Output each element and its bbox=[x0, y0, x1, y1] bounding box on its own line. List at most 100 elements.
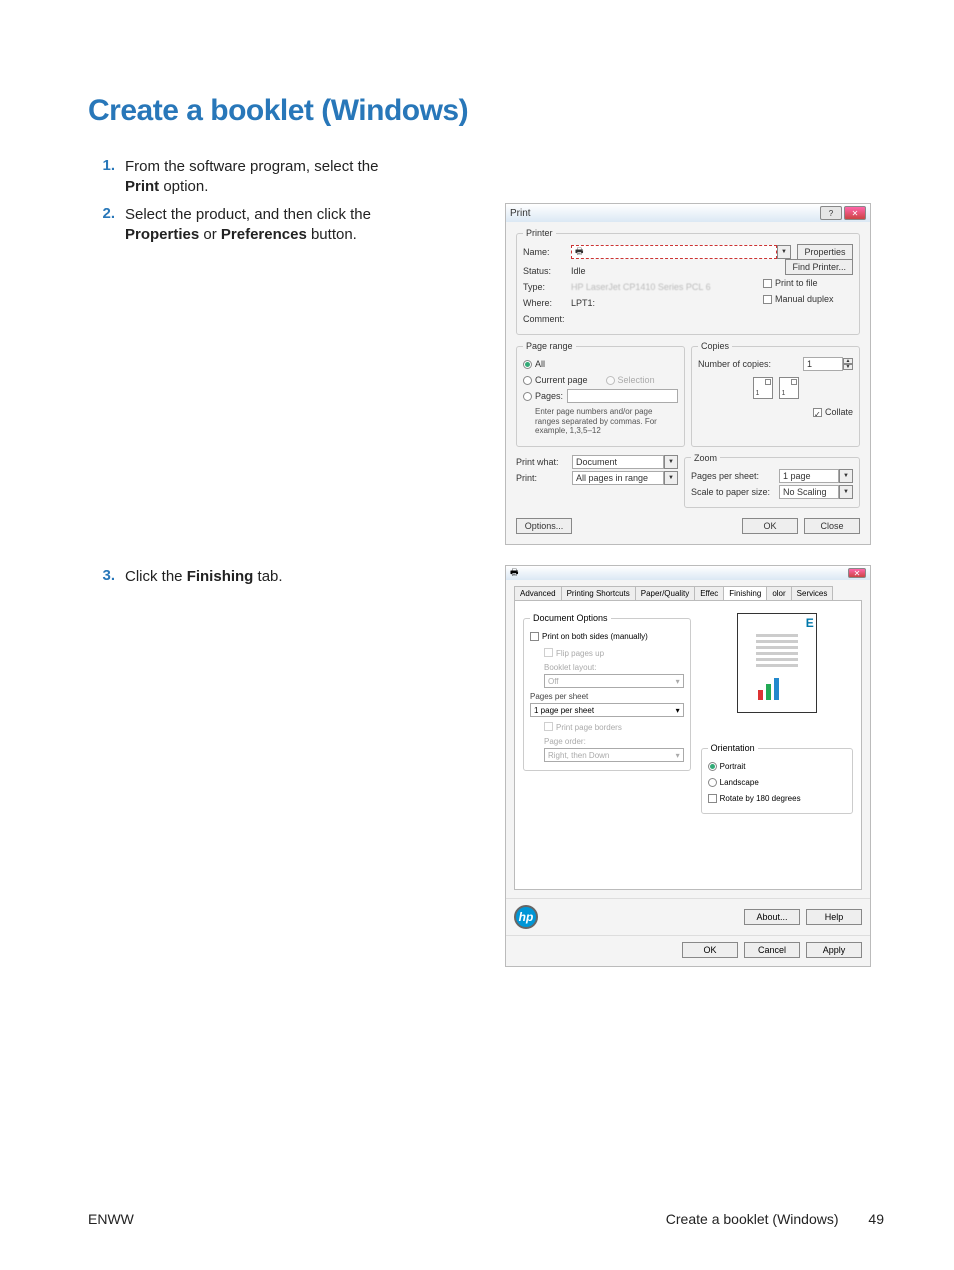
tab-paper-quality[interactable]: Paper/Quality bbox=[635, 586, 695, 600]
close-window-button[interactable]: ✕ bbox=[844, 206, 866, 220]
print-dialog: Print ? ✕ Printer Name: 🖶 ▼ Properties S… bbox=[505, 203, 871, 545]
status-value: Idle bbox=[571, 266, 586, 276]
print-range-label: Print: bbox=[516, 473, 572, 483]
copies-spinner[interactable]: ▲▼ bbox=[843, 358, 853, 370]
print-page-borders-label: Print page borders bbox=[556, 723, 622, 732]
step-text: Select the product, and then click the P… bbox=[125, 205, 415, 246]
pages-per-sheet-label: Pages per sheet bbox=[530, 692, 684, 701]
hp-logo-icon: hp bbox=[514, 905, 538, 929]
print-both-sides-checkbox[interactable] bbox=[530, 632, 539, 641]
properties-button[interactable]: Properties bbox=[797, 244, 853, 260]
pages-note: Enter page numbers and/or page ranges se… bbox=[523, 405, 678, 440]
val: Off bbox=[548, 677, 559, 686]
about-button[interactable]: About... bbox=[744, 909, 800, 925]
step-number: 1. bbox=[97, 157, 125, 198]
portrait-radio[interactable] bbox=[708, 762, 717, 771]
legend: Zoom bbox=[691, 453, 720, 463]
cancel-button[interactable]: Cancel bbox=[744, 942, 800, 958]
chevron-down-icon: ▾ bbox=[676, 751, 680, 760]
copies-group: Copies Number of copies: 1 ▲▼ Collate bbox=[691, 341, 860, 447]
tab-color[interactable]: olor bbox=[766, 586, 791, 600]
step-number: 3. bbox=[97, 567, 125, 587]
where-value: LPT1: bbox=[571, 298, 595, 308]
pages-per-sheet-dropdown[interactable]: 1 page bbox=[779, 469, 839, 483]
name-label: Name: bbox=[523, 247, 571, 257]
chevron-down-icon[interactable]: ▼ bbox=[664, 455, 678, 469]
txt: Select the product, and then click the bbox=[125, 206, 371, 223]
manual-duplex-checkbox[interactable] bbox=[763, 295, 772, 304]
print-what-dropdown[interactable]: Document bbox=[572, 455, 664, 469]
landscape-label: Landscape bbox=[720, 778, 759, 787]
pages-radio[interactable] bbox=[523, 392, 532, 401]
bold: Properties bbox=[125, 226, 199, 243]
orientation-group: Orientation Portrait Landscape Rotate by… bbox=[701, 743, 853, 814]
bold: Finishing bbox=[187, 568, 254, 585]
step-3: 3. Click the Finishing tab. bbox=[97, 567, 283, 587]
page-order-label: Page order: bbox=[530, 737, 684, 746]
close-window-button[interactable]: ✕ bbox=[848, 568, 866, 578]
selection-radio[interactable] bbox=[606, 376, 615, 385]
scale-dropdown[interactable]: No Scaling bbox=[779, 485, 839, 499]
tab-printing-shortcuts[interactable]: Printing Shortcuts bbox=[561, 586, 636, 600]
current-page-label: Current page bbox=[535, 375, 588, 385]
chevron-down-icon[interactable]: ▼ bbox=[839, 485, 853, 499]
pages-per-sheet-dropdown[interactable]: 1 page per sheet▾ bbox=[530, 703, 684, 717]
all-label: All bbox=[535, 359, 545, 369]
footer-section-title: Create a booklet (Windows) bbox=[666, 1211, 839, 1227]
dialog-title: Print bbox=[510, 208, 531, 219]
tab-advanced[interactable]: Advanced bbox=[514, 586, 562, 600]
print-range-dropdown[interactable]: All pages in range bbox=[572, 471, 664, 485]
printer-icon: 🖶 bbox=[510, 565, 519, 581]
current-page-radio[interactable] bbox=[523, 376, 532, 385]
chevron-down-icon[interactable]: ▼ bbox=[664, 471, 678, 485]
find-printer-button[interactable]: Find Printer... bbox=[785, 259, 853, 275]
selection-label: Selection bbox=[618, 375, 655, 385]
close-button[interactable]: Close bbox=[804, 518, 860, 534]
step-1: 1. From the software program, select the… bbox=[97, 157, 415, 198]
all-radio[interactable] bbox=[523, 360, 532, 369]
chevron-down-icon[interactable]: ▼ bbox=[777, 245, 791, 259]
booklet-layout-label: Booklet layout: bbox=[530, 663, 684, 672]
titlebar: Print ? ✕ bbox=[506, 204, 870, 222]
landscape-radio[interactable] bbox=[708, 778, 717, 787]
tab-effects[interactable]: Effec bbox=[694, 586, 724, 600]
bold: Preferences bbox=[221, 226, 307, 243]
help-button[interactable]: Help bbox=[806, 909, 862, 925]
rotate-180-checkbox[interactable] bbox=[708, 794, 717, 803]
print-page-borders-checkbox[interactable] bbox=[544, 722, 553, 731]
legend: Page range bbox=[523, 341, 576, 351]
footer-left: ENWW bbox=[88, 1211, 134, 1227]
page-order-dropdown[interactable]: Right, then Down▾ bbox=[544, 748, 684, 762]
ok-button[interactable]: OK bbox=[742, 518, 798, 534]
txt: button. bbox=[307, 226, 357, 243]
chevron-down-icon: ▾ bbox=[676, 677, 680, 686]
page-range-group: Page range All Current page Selection Pa… bbox=[516, 341, 685, 447]
flip-pages-up-label: Flip pages up bbox=[556, 649, 604, 658]
print-to-file-checkbox[interactable] bbox=[763, 279, 772, 288]
ok-button[interactable]: OK bbox=[682, 942, 738, 958]
tab-finishing[interactable]: Finishing bbox=[723, 586, 767, 600]
num-copies-label: Number of copies: bbox=[698, 359, 771, 369]
step-2: 2. Select the product, and then click th… bbox=[97, 205, 415, 246]
help-window-button[interactable]: ? bbox=[820, 206, 842, 220]
legend: Orientation bbox=[708, 743, 758, 753]
txt: Click the bbox=[125, 568, 187, 585]
footer-right: Create a booklet (Windows) 49 bbox=[666, 1211, 884, 1227]
step-text: From the software program, select the Pr… bbox=[125, 157, 415, 198]
collate-checkbox[interactable] bbox=[813, 408, 822, 417]
chevron-down-icon[interactable]: ▼ bbox=[839, 469, 853, 483]
apply-button[interactable]: Apply bbox=[806, 942, 862, 958]
txt: From the software program, select the bbox=[125, 158, 378, 175]
printer-name-dropdown[interactable]: 🖶 bbox=[571, 245, 777, 259]
legend: Document Options bbox=[530, 613, 611, 623]
pages-input[interactable] bbox=[567, 389, 678, 403]
pages-per-sheet-label: Pages per sheet: bbox=[691, 471, 779, 481]
page-number: 49 bbox=[868, 1211, 884, 1227]
options-button[interactable]: Options... bbox=[516, 518, 572, 534]
tab-services[interactable]: Services bbox=[791, 586, 834, 600]
bold: Print bbox=[125, 178, 159, 195]
type-value: HP LaserJet CP1410 Series PCL 6 bbox=[571, 282, 711, 292]
booklet-layout-dropdown[interactable]: Off ▾ bbox=[544, 674, 684, 688]
flip-pages-up-checkbox[interactable] bbox=[544, 648, 553, 657]
num-copies-input[interactable]: 1 bbox=[803, 357, 843, 371]
